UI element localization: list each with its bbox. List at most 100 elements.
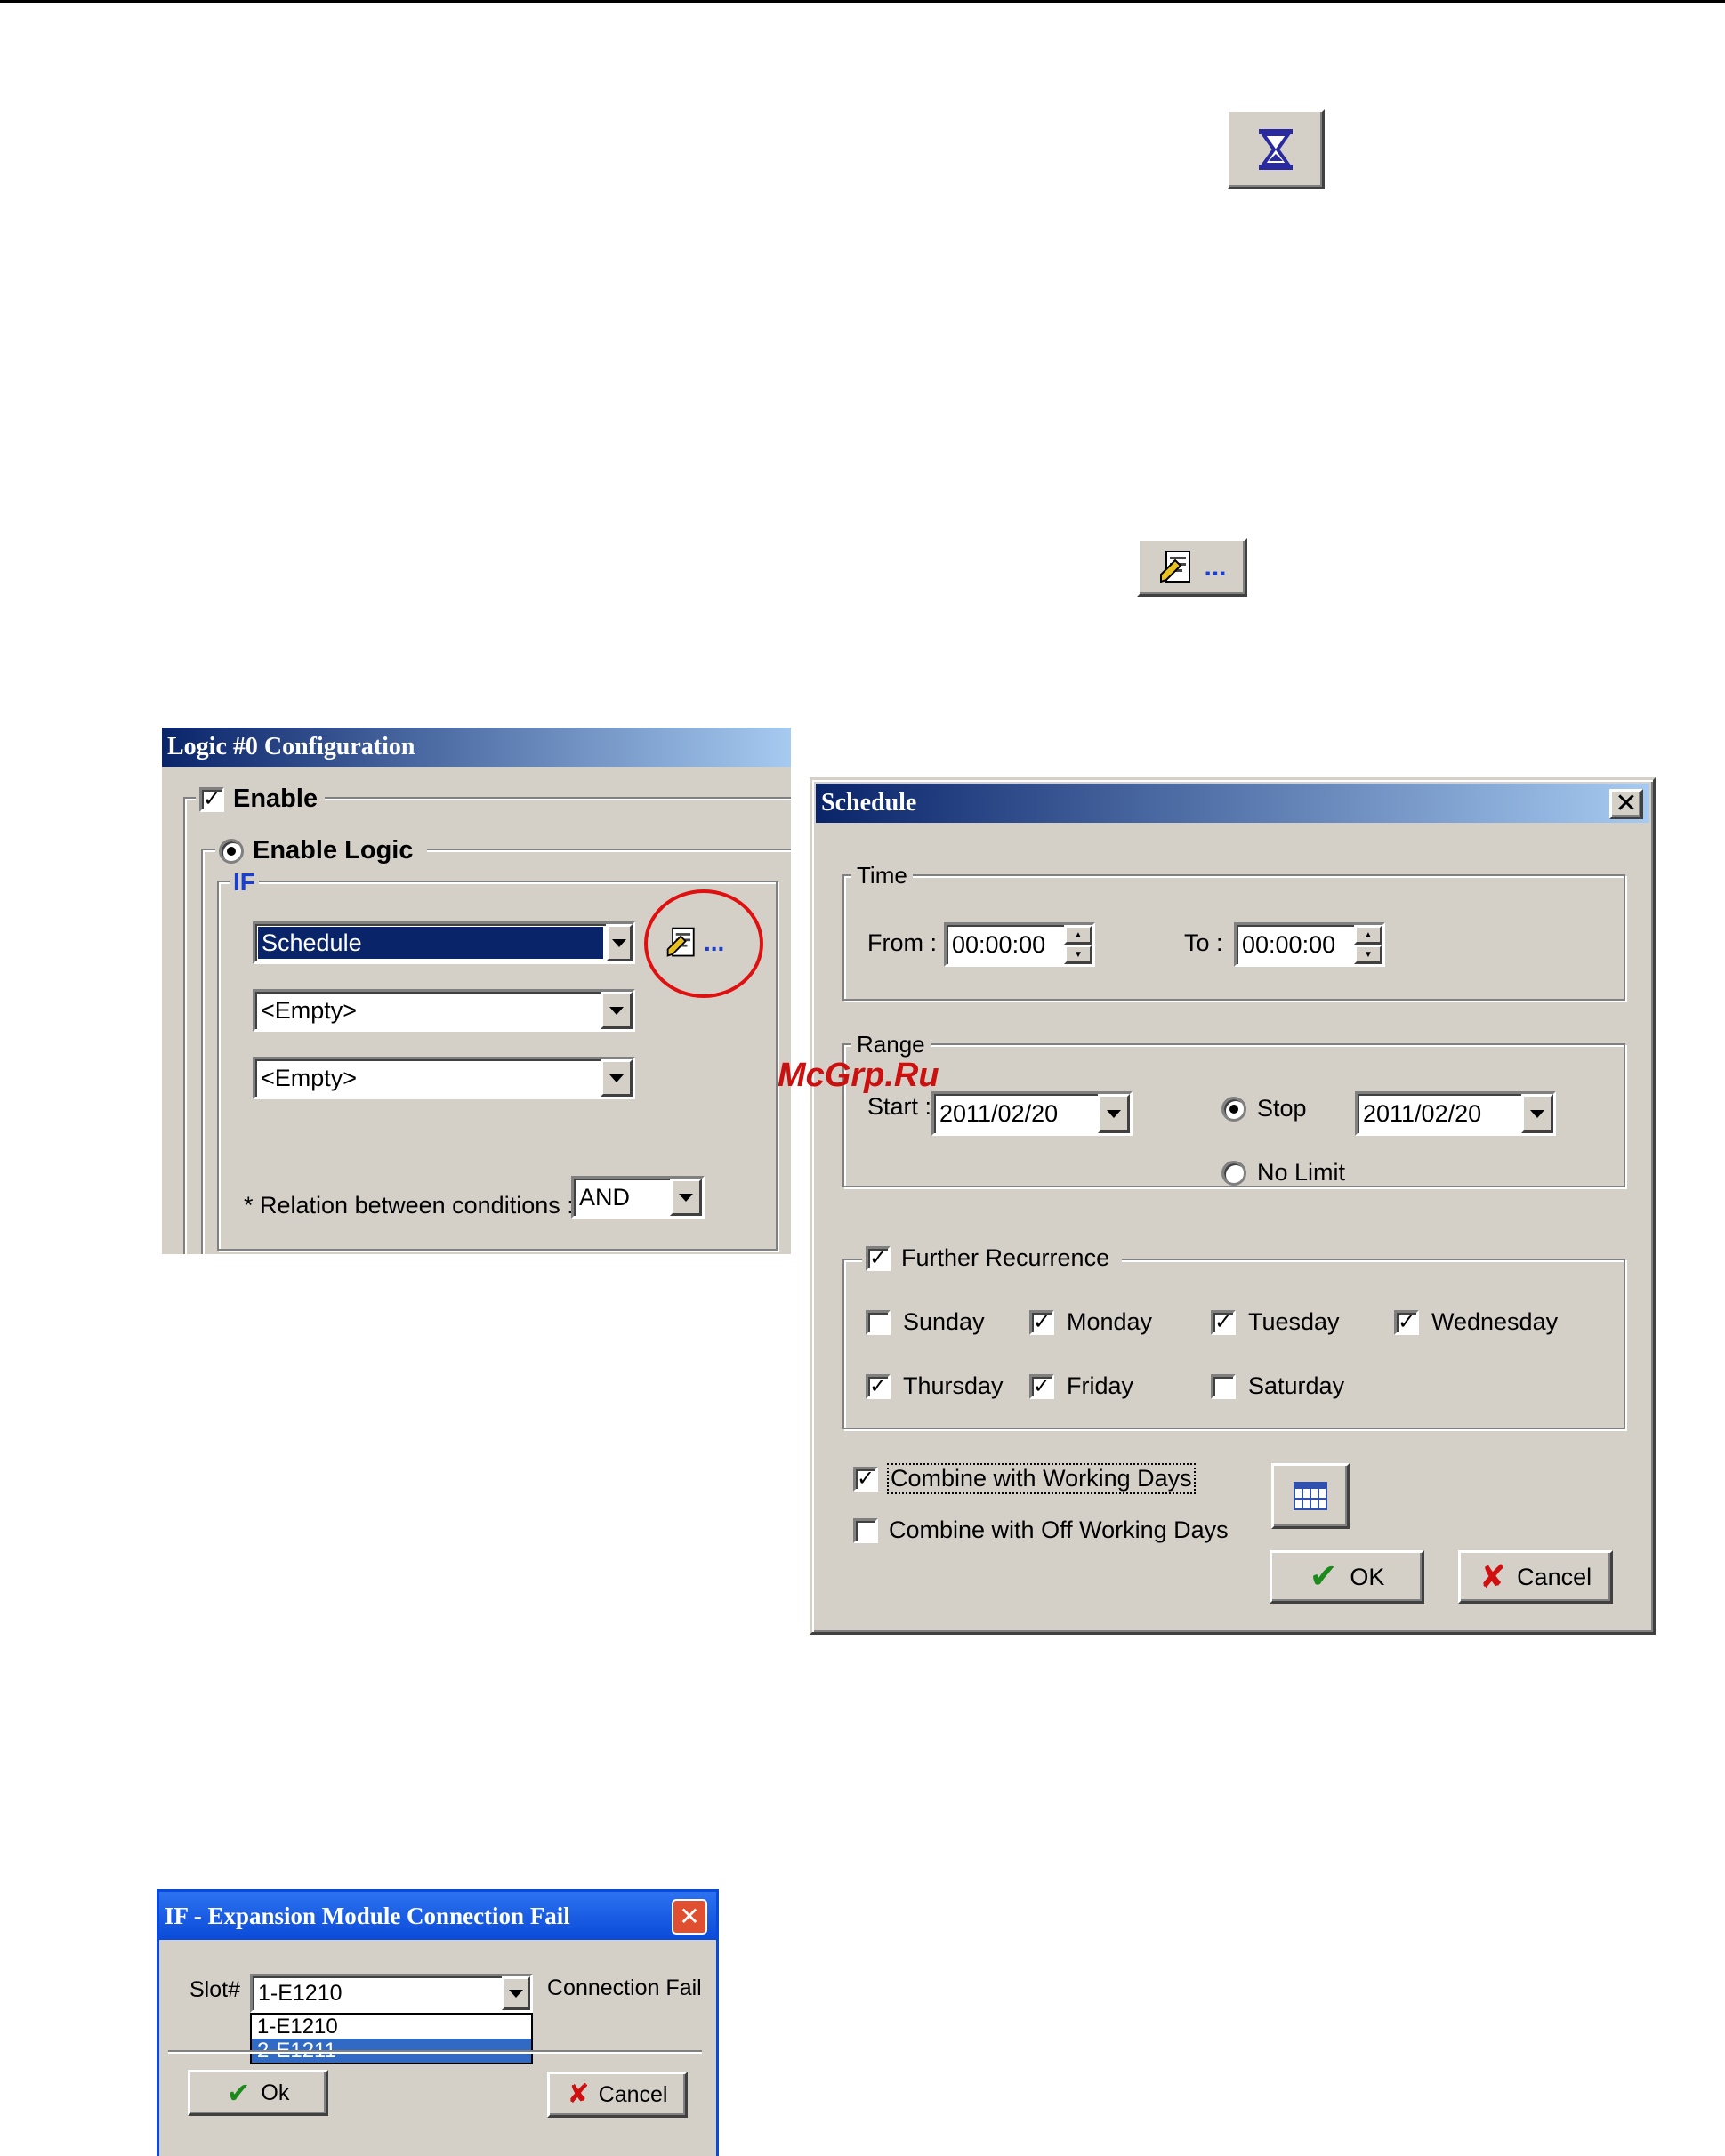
stop-date-dropdown-button[interactable] <box>1521 1094 1553 1133</box>
condition-2-dropdown-button[interactable] <box>601 992 633 1029</box>
stop-date-value: 2011/02/20 <box>1363 1099 1482 1127</box>
slot-dropdown-button[interactable] <box>502 1976 530 2010</box>
from-label: From : <box>867 929 937 956</box>
schedule-cancel-button[interactable]: ✘ Cancel <box>1458 1550 1613 1604</box>
monday-checkbox[interactable]: ✓ <box>1029 1309 1054 1335</box>
ok-label: OK <box>1350 1563 1385 1590</box>
from-time-field[interactable]: 00:00:00 ▲ ▼ <box>944 922 1095 967</box>
relation-dropdown-button[interactable] <box>670 1179 702 1216</box>
expansion-ok-button[interactable]: ✔ Ok <box>188 2070 328 2116</box>
further-recurrence-row[interactable]: ✓ Further Recurrence <box>862 1244 1123 1272</box>
cancel-label: Cancel <box>1517 1563 1592 1590</box>
condition-value-1: Schedule <box>257 926 604 960</box>
monday-label: Monday <box>1067 1308 1153 1335</box>
expansion-close-button[interactable]: ✕ <box>672 1899 707 1935</box>
page-top-rule <box>0 0 1725 3</box>
slot-select[interactable]: 1-E1210 <box>250 1974 533 2013</box>
friday-checkbox[interactable]: ✓ <box>1029 1373 1054 1399</box>
to-time-spinner[interactable]: ▲ ▼ <box>1354 925 1382 964</box>
day-saturday[interactable]: Saturday <box>1211 1372 1344 1400</box>
day-tuesday[interactable]: ✓ Tuesday <box>1211 1308 1340 1336</box>
checkmark-icon: ✔ <box>226 2077 251 2109</box>
spin-up-icon[interactable]: ▲ <box>1354 925 1382 945</box>
enable-label: Enable <box>233 784 318 813</box>
chevron-down-icon <box>679 1193 693 1202</box>
calendar-button[interactable] <box>1271 1463 1350 1529</box>
spin-up-icon[interactable]: ▲ <box>1064 925 1092 945</box>
spin-down-icon[interactable]: ▼ <box>1064 945 1092 964</box>
day-thursday[interactable]: ✓ Thursday <box>866 1372 1004 1400</box>
schedule-titlebar: Schedule <box>816 784 1649 823</box>
spin-down-icon[interactable]: ▼ <box>1354 945 1382 964</box>
condition-3-dropdown-button[interactable] <box>601 1059 633 1097</box>
chevron-down-icon <box>609 1006 624 1015</box>
day-wednesday[interactable]: ✓ Wednesday <box>1394 1308 1558 1336</box>
day-sunday[interactable]: Sunday <box>866 1308 985 1336</box>
logic-config-titlebar: Logic #0 Configuration <box>162 728 791 767</box>
checkmark-icon: ✔ <box>1309 1558 1338 1596</box>
further-recurrence-label: Further Recurrence <box>901 1244 1110 1271</box>
highlight-circle <box>644 889 763 998</box>
saturday-checkbox[interactable] <box>1211 1373 1236 1399</box>
cancel-label: Cancel <box>598 2081 668 2107</box>
slot-value: 1-E1210 <box>258 1980 343 2006</box>
combine-off-checkbox[interactable] <box>853 1517 878 1543</box>
stop-radio-row[interactable]: Stop <box>1221 1095 1307 1122</box>
day-friday[interactable]: ✓ Friday <box>1029 1372 1133 1400</box>
enable-logic-radio-row[interactable]: Enable Logic <box>215 836 428 865</box>
stop-date-select[interactable]: 2011/02/20 <box>1355 1091 1556 1136</box>
schedule-title: Schedule <box>821 789 917 817</box>
enable-checkbox-row[interactable]: ✓ Enable <box>196 784 326 814</box>
tuesday-label: Tuesday <box>1248 1308 1340 1335</box>
chevron-down-icon <box>612 938 626 947</box>
enable-logic-radio[interactable] <box>219 838 244 864</box>
expansion-cancel-button[interactable]: ✘ Cancel <box>547 2072 688 2118</box>
start-date-dropdown-button[interactable] <box>1098 1094 1130 1133</box>
tuesday-checkbox[interactable]: ✓ <box>1211 1309 1236 1335</box>
expansion-title: IF - Expansion Module Connection Fail <box>165 1902 570 1929</box>
condition-value-3: <Empty> <box>261 1064 358 1091</box>
slot-dropdown-list: 1-E1210 2-E1211 <box>250 2013 533 2064</box>
further-recurrence-checkbox[interactable]: ✓ <box>866 1245 891 1271</box>
stop-radio[interactable] <box>1221 1096 1246 1122</box>
combine-off-label: Combine with Off Working Days <box>889 1516 1229 1543</box>
close-icon: ✕ <box>1615 789 1638 818</box>
no-limit-radio[interactable] <box>1221 1160 1246 1186</box>
thursday-label: Thursday <box>903 1372 1004 1399</box>
thursday-checkbox[interactable]: ✓ <box>866 1373 891 1399</box>
to-time-field[interactable]: 00:00:00 ▲ ▼ <box>1234 922 1385 967</box>
schedule-close-button[interactable]: ✕ <box>1609 789 1643 819</box>
stop-label: Stop <box>1257 1095 1307 1122</box>
from-time-spinner[interactable]: ▲ ▼ <box>1064 925 1092 964</box>
chevron-down-icon <box>1530 1109 1544 1118</box>
condition-edit-toolbar-button[interactable]: ... <box>1137 538 1247 597</box>
from-time-value: 00:00:00 <box>952 930 1046 958</box>
combine-working-checkbox[interactable]: ✓ <box>853 1466 878 1492</box>
schedule-ok-button[interactable]: ✔ OK <box>1270 1550 1424 1604</box>
condition-1-dropdown-button[interactable] <box>606 924 633 961</box>
no-limit-radio-row[interactable]: No Limit <box>1221 1159 1345 1187</box>
slot-option-1[interactable]: 1-E1210 <box>252 2015 531 2039</box>
condition-select-1[interactable]: Schedule <box>253 921 635 964</box>
if-label: IF <box>230 868 259 897</box>
wednesday-checkbox[interactable]: ✓ <box>1394 1309 1419 1335</box>
start-date-select[interactable]: 2011/02/20 <box>931 1091 1133 1136</box>
sunday-checkbox[interactable] <box>866 1309 891 1335</box>
edit-document-icon <box>1160 551 1191 583</box>
combine-off-row[interactable]: Combine with Off Working Days <box>853 1516 1229 1544</box>
enable-checkbox[interactable]: ✓ <box>199 786 224 812</box>
logic-config-window: Logic #0 Configuration ✓ Enable Enable L… <box>162 728 791 1254</box>
condition-select-3[interactable]: <Empty> <box>253 1057 635 1099</box>
condition-value-2: <Empty> <box>261 996 358 1024</box>
chevron-down-icon <box>1107 1109 1121 1118</box>
day-monday[interactable]: ✓ Monday <box>1029 1308 1152 1336</box>
combine-working-row[interactable]: ✓ Combine with Working Days <box>853 1463 1196 1494</box>
condition-select-2[interactable]: <Empty> <box>253 989 635 1032</box>
relation-select[interactable]: AND <box>571 1176 705 1219</box>
expansion-divider <box>168 2050 702 2052</box>
schedule-toolbar-button[interactable] <box>1227 109 1325 189</box>
hourglass-icon <box>1259 129 1293 170</box>
expansion-titlebar: IF - Expansion Module Connection Fail <box>159 1892 716 1940</box>
friday-label: Friday <box>1067 1372 1134 1399</box>
range-group-label: Range <box>851 1031 931 1058</box>
